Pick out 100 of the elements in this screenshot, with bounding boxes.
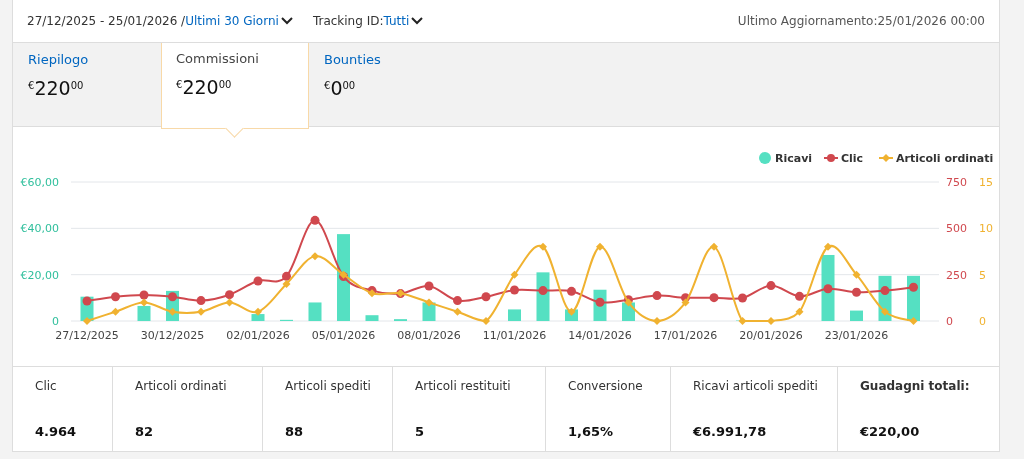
point [139, 290, 149, 300]
point [282, 271, 291, 281]
axis-label: 30/12/2025 [140, 329, 205, 342]
point [253, 276, 263, 286]
point [538, 286, 548, 296]
period-dropdown[interactable]: Ultimi 30 Giorni [185, 14, 293, 28]
axis-label: 0 [946, 315, 953, 328]
chevron-icon [280, 17, 293, 25]
point [738, 293, 747, 303]
point [795, 291, 804, 301]
revenue-bar [365, 315, 379, 321]
axis-label: €40,00 [20, 222, 59, 236]
point [311, 252, 319, 261]
revenue-bar [137, 305, 151, 321]
axis-label: 08/01/2026 [397, 329, 461, 342]
summary-tab[interactable]: Bounties $^{€}$0$^{00}$ [309, 43, 457, 129]
axis-label: 15 [979, 176, 993, 189]
axis-label: 0 [979, 315, 986, 328]
point [111, 307, 120, 316]
point [852, 287, 861, 297]
axis-label: €60,00 [20, 176, 59, 189]
point [254, 307, 262, 316]
legend-label[interactable]: Ricavi [775, 152, 813, 165]
point [482, 317, 490, 325]
point [653, 317, 661, 325]
point [424, 281, 434, 291]
point [168, 307, 177, 316]
axis-label: 250 [946, 268, 967, 282]
point [510, 270, 519, 279]
tracking-label: Tracking ID: [312, 14, 384, 28]
stat-value: 4.964 [35, 424, 78, 439]
point [767, 317, 775, 325]
axis-label: 500 [946, 222, 967, 236]
axis-label: €20,00 [20, 268, 59, 282]
point [652, 291, 662, 301]
axis-label: 05/01/2026 [311, 329, 376, 342]
point [539, 242, 547, 251]
point [881, 307, 889, 316]
point [766, 281, 776, 291]
stat-value: 5 [415, 424, 426, 439]
point [310, 215, 320, 225]
point [111, 292, 120, 302]
point [852, 270, 861, 279]
stat-label: Clic [35, 379, 58, 393]
stat-label: Guadagni totali: [860, 379, 971, 393]
stat-value: 1,65% [568, 424, 615, 439]
point [82, 296, 92, 306]
legend-label[interactable]: Articoli ordinati [896, 152, 994, 165]
point [197, 307, 205, 316]
point [196, 296, 206, 306]
summary-tab[interactable]: Commissioni $^{€}$220$^{00}$ [161, 43, 309, 129]
point [681, 298, 690, 307]
point [738, 317, 747, 325]
stat-value: €220,00 [860, 424, 921, 439]
point [425, 298, 433, 307]
legend-marker [878, 154, 894, 162]
axis-label: 10 [979, 222, 993, 236]
point [596, 242, 604, 251]
point [453, 296, 462, 306]
revenue-bar [850, 310, 863, 321]
point [709, 293, 719, 303]
point [823, 284, 833, 294]
stat-value: 88 [285, 424, 305, 439]
axis-label: 27/12/2025 [55, 329, 119, 342]
axis-label: 23/01/2026 [824, 329, 889, 342]
tracking-dropdown[interactable]: Tutti [383, 14, 424, 28]
point [453, 307, 462, 316]
stat-label: Articoli restituiti [415, 379, 512, 393]
revenue-bar [251, 314, 265, 321]
legend-marker [759, 152, 771, 164]
legend-marker [823, 154, 839, 162]
axis-label: 5 [979, 268, 986, 282]
axis-label: 20/01/2026 [739, 329, 803, 342]
stat-value: 82 [135, 424, 155, 439]
revenue-bar [508, 309, 521, 321]
stat-label: Conversione [568, 379, 644, 393]
axis-label: 750 [946, 176, 967, 189]
point [710, 242, 718, 251]
point [225, 290, 234, 300]
stat-value: €6.991,78 [693, 424, 768, 439]
last-update: Ultimo Aggiornamento:25/01/2026 00:00 [737, 14, 985, 28]
stat-label: Articoli ordinati [135, 379, 228, 393]
axis-label: 02/01/2026 [226, 329, 290, 342]
stat-label: Articoli spediti [285, 379, 372, 393]
point [510, 285, 519, 295]
date-range: 27/12/2025 - 25/01/2026 / [27, 14, 186, 28]
point [83, 317, 91, 325]
point [795, 307, 804, 316]
point [567, 307, 576, 316]
point [880, 286, 890, 296]
revenue-bar [308, 302, 322, 321]
axis-label: 11/01/2026 [482, 329, 547, 342]
summary-tab[interactable]: Riepilogo $^{€}$220$^{00}$ [13, 43, 161, 129]
point [282, 279, 291, 288]
axis-label: 17/01/2026 [653, 329, 718, 342]
chevron-icon [411, 17, 424, 25]
axis-label: 0 [52, 315, 59, 328]
point [168, 292, 177, 302]
axis-label: 14/01/2026 [568, 329, 632, 342]
legend-label[interactable]: Clic [841, 152, 864, 165]
